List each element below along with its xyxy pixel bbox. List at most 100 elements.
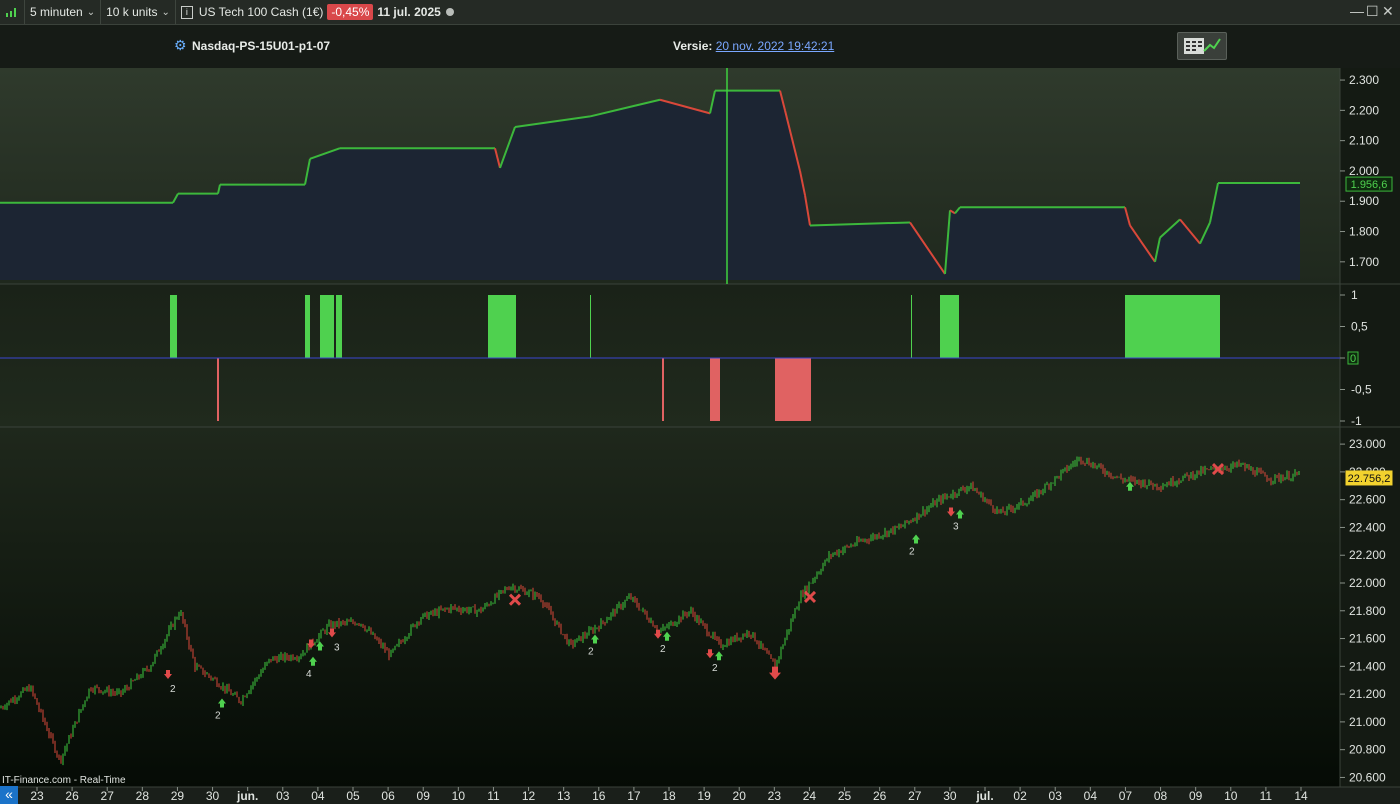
- position-bar: [710, 358, 720, 421]
- time-tick-label: 23: [30, 789, 44, 803]
- time-tick-label: jul.: [975, 789, 993, 803]
- price-last-value: 22.756,2: [1348, 473, 1391, 485]
- time-tick-label: 03: [1049, 789, 1063, 803]
- system-header: ⚙ Nasdaq-PS-15U01-p1-07 Versie: 20 nov. …: [0, 25, 1400, 69]
- change-badge: -0,45%: [327, 4, 374, 20]
- instrument-info-icon[interactable]: i: [180, 5, 193, 19]
- price-tick-label: 22.600: [1349, 493, 1386, 507]
- time-tick-label: 10: [1224, 789, 1238, 803]
- close-icon[interactable]: ✕: [1382, 3, 1394, 20]
- instrument-name: US Tech 100 Cash (1€): [198, 5, 324, 19]
- time-tick-label: 26: [65, 789, 79, 803]
- equity-tick-label: 1.700: [1349, 255, 1379, 269]
- price-tick-label: 21.000: [1349, 715, 1386, 729]
- time-tick-label: 12: [522, 789, 536, 803]
- position-tick-label: 0,5: [1351, 320, 1368, 334]
- price-tick-label: 21.200: [1349, 687, 1386, 701]
- time-tick-label: 25: [838, 789, 852, 803]
- signal-count-label: 3: [334, 642, 340, 653]
- version-info: Versie: 20 nov. 2022 19:42:21: [673, 39, 834, 53]
- position-bar: [775, 358, 811, 421]
- system-name[interactable]: Nasdaq-PS-15U01-p1-07: [192, 39, 330, 53]
- signal-count-label: 4: [306, 669, 312, 680]
- signal-count-label: 3: [953, 522, 959, 533]
- chevron-down-icon: ⌄: [86, 6, 96, 18]
- signal-icon: [0, 0, 25, 24]
- timeframe-select[interactable]: 5 minuten ⌄: [25, 0, 102, 24]
- time-tick-label: 11: [1260, 789, 1273, 803]
- gear-icon[interactable]: ⚙: [174, 37, 187, 54]
- position-bar: [320, 295, 334, 358]
- position-tick-label: -0,5: [1351, 383, 1372, 397]
- position-bar: [911, 295, 912, 358]
- time-tick-label: 26: [873, 789, 887, 803]
- equity-tick-label: 2.100: [1349, 134, 1379, 148]
- time-tick-label: 13: [557, 789, 571, 803]
- status-dot-icon: [445, 8, 454, 16]
- time-tick-label: 29: [171, 789, 185, 803]
- price-tick-label: 21.600: [1349, 632, 1386, 646]
- time-tick-label: 24: [803, 789, 817, 803]
- time-tick-label: 04: [1084, 789, 1098, 803]
- time-tick-label: 07: [1119, 789, 1133, 803]
- position-bar: [336, 295, 342, 358]
- position-bar: [590, 295, 591, 358]
- time-tick-label: 10: [452, 789, 466, 803]
- time-tick-label: 08: [1154, 789, 1168, 803]
- position-tick-label: -1: [1351, 414, 1362, 428]
- top-toolbar: 5 minuten ⌄ 10 k units ⌄ i US Tech 100 Cas…: [0, 0, 1400, 25]
- timeframe-label: 5 minuten: [30, 5, 83, 19]
- price-tick-label: 20.600: [1349, 770, 1386, 784]
- report-icon: [1184, 38, 1221, 54]
- time-tick-label: 28: [136, 789, 150, 803]
- position-bar: [1125, 295, 1220, 358]
- time-tick-label: 02: [1013, 789, 1027, 803]
- time-tick-label: 14: [1294, 789, 1308, 803]
- position-bar: [305, 295, 310, 358]
- equity-tick-label: 1.800: [1349, 225, 1379, 239]
- price-tick-label: 22.200: [1349, 548, 1386, 562]
- equity-tick-label: 2.200: [1349, 103, 1379, 117]
- position-tick-label: 1: [1351, 288, 1358, 302]
- scroll-left-button[interactable]: «: [0, 786, 18, 804]
- price-tick-label: 23.000: [1349, 437, 1386, 451]
- position-bar: [217, 358, 219, 421]
- version-date-link[interactable]: 20 nov. 2022 19:42:21: [716, 39, 835, 53]
- price-tick-label: 20.800: [1349, 743, 1386, 757]
- instrument-selector[interactable]: i US Tech 100 Cash (1€) -0,45% 11 jul. 2…: [176, 0, 459, 24]
- time-tick-label: 30: [943, 789, 957, 803]
- time-tick-label: 03: [276, 789, 290, 803]
- units-select[interactable]: 10 k units ⌄: [101, 0, 176, 24]
- time-tick-label: 18: [662, 789, 676, 803]
- version-label: Versie:: [673, 39, 713, 53]
- chart-area[interactable]: 2243 2 2223 2.3002.2002.1002.0001.9001.800…: [0, 68, 1400, 804]
- time-tick-label: 20: [733, 789, 747, 803]
- time-tick-label: 17: [627, 789, 641, 803]
- time-tick-label: 23: [768, 789, 782, 803]
- time-tick-label: 06: [381, 789, 395, 803]
- time-tick-label: 04: [311, 789, 325, 803]
- signal-count-label: 2: [170, 684, 176, 695]
- chevron-down-icon: ⌄: [161, 6, 170, 18]
- price-tick-label: 22.000: [1349, 576, 1386, 590]
- time-tick-label: 19: [697, 789, 711, 803]
- minimize-icon[interactable]: —: [1350, 3, 1364, 19]
- time-tick-label: 30: [206, 789, 220, 803]
- equity-tick-label: 2.300: [1349, 73, 1379, 87]
- time-tick-label: 27: [908, 789, 922, 803]
- position-bar: [170, 295, 177, 358]
- price-tick-label: 22.400: [1349, 520, 1386, 534]
- time-tick-label: 09: [417, 789, 431, 803]
- time-tick-label: 11: [487, 789, 500, 803]
- data-source-label: IT-Finance.com - Real-Time: [2, 775, 126, 786]
- equity-tick-label: 2.000: [1349, 164, 1379, 178]
- units-label: 10 k units: [106, 5, 158, 19]
- equity-tick-label: 1.900: [1349, 194, 1379, 208]
- position-tick-label: 0: [1350, 353, 1356, 365]
- report-button[interactable]: [1177, 32, 1227, 60]
- signal-count-label: 2: [712, 663, 718, 674]
- position-bar: [488, 295, 516, 358]
- maximize-icon[interactable]: ☐: [1366, 3, 1379, 20]
- time-tick-label: 09: [1189, 789, 1203, 803]
- position-bar: [662, 358, 664, 421]
